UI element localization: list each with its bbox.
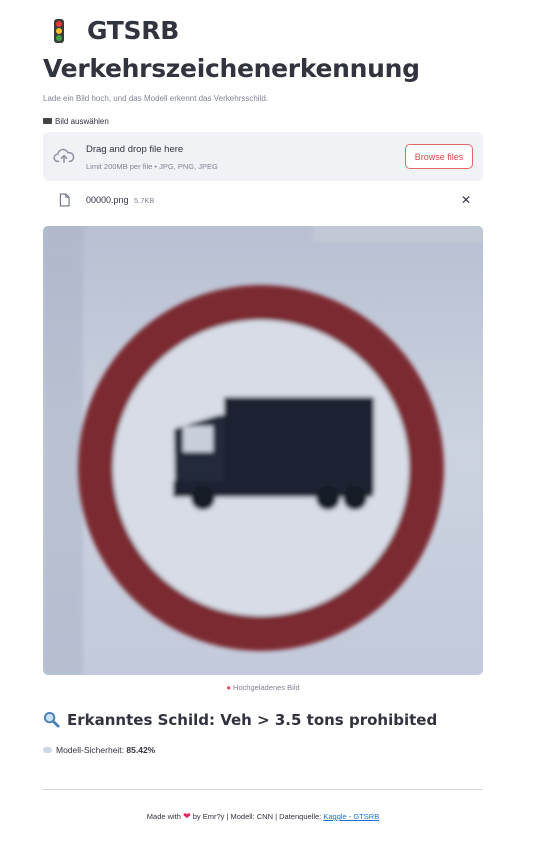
file-dropzone[interactable]: Drag and drop file here Limit 200MB per … xyxy=(43,132,483,181)
confidence-value: 85.42% xyxy=(126,745,156,755)
kaggle-gtsrb-link[interactable]: Kaggle - GTSRB xyxy=(323,812,379,821)
page-title: GTSRB Verkehrszeichenerkennung xyxy=(43,14,483,86)
pin-icon: ● xyxy=(226,683,231,692)
traffic-light-icon xyxy=(53,18,75,52)
image-caption: ● Hochgeladenes Bild xyxy=(43,683,483,692)
uploaded-image xyxy=(43,226,483,675)
uploaded-file-row: 00000.png 5.7KB ✕ xyxy=(43,190,483,212)
model-confidence: Modell-Sicherheit: 85.42% xyxy=(43,745,155,755)
prediction-heading-text: Erkanntes Schild: Veh > 3.5 tons prohibi… xyxy=(67,711,438,729)
dropzone-limits: Limit 200MB per file • JPG, PNG, JPEG xyxy=(86,162,218,171)
camera-icon xyxy=(43,118,52,124)
no-trucks-sign-image xyxy=(43,226,483,675)
confidence-label: Modell-Sicherheit: xyxy=(56,745,125,755)
uploaded-file-size: 5.7KB xyxy=(134,196,155,205)
footer-made-with: Made with xyxy=(146,812,181,821)
footer-credits: by Emr?y | Modell: CNN | Datenquelle: xyxy=(192,812,322,821)
uploaded-file-name: 00000.png xyxy=(86,195,129,205)
image-caption-text: Hochgeladenes Bild xyxy=(232,683,300,692)
heart-icon: ❤ xyxy=(183,811,191,821)
remove-file-icon[interactable]: ✕ xyxy=(461,193,471,207)
browse-files-button[interactable]: Browse files xyxy=(405,144,473,169)
magnifier-icon xyxy=(43,711,61,732)
page-subtitle: Lade ein Bild hoch, und das Modell erken… xyxy=(43,94,269,103)
uploader-label: Bild auswählen xyxy=(43,117,109,126)
speech-bubble-icon xyxy=(43,747,52,753)
prediction-heading: Erkanntes Schild: Veh > 3.5 tons prohibi… xyxy=(43,711,437,732)
footer: Made with ❤ by Emr?y | Modell: CNN | Dat… xyxy=(43,811,483,822)
dropzone-title: Drag and drop file here xyxy=(86,144,184,155)
uploader-label-text: Bild auswählen xyxy=(55,117,109,126)
page-title-text: GTSRB Verkehrszeichenerkennung xyxy=(43,16,420,83)
footer-divider xyxy=(43,789,483,790)
file-icon xyxy=(59,193,70,212)
cloud-upload-icon xyxy=(53,147,75,170)
